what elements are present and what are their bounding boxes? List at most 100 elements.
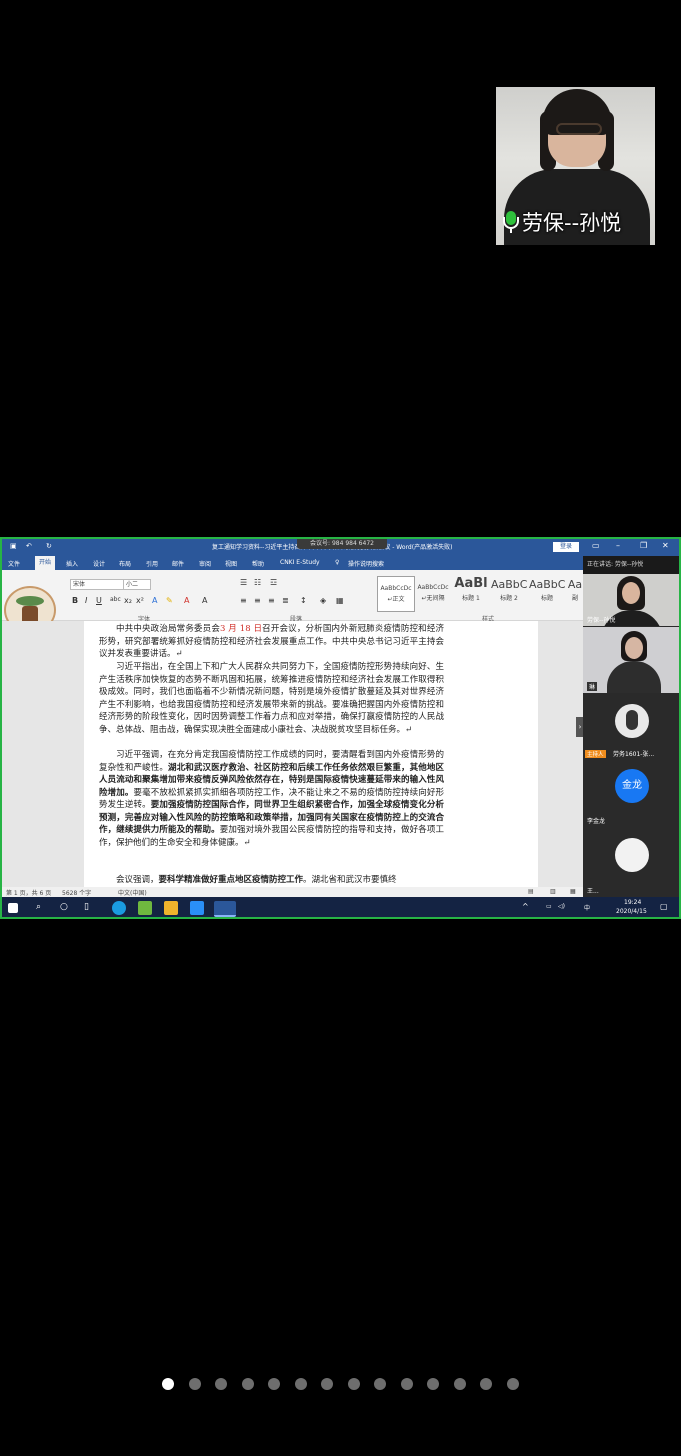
shading-icon[interactable]: ◈ <box>320 596 326 605</box>
strikethrough-button[interactable]: abc <box>110 596 121 603</box>
numbering-icon[interactable]: ☷ <box>254 578 261 587</box>
volume-icon[interactable]: ◁) <box>558 903 565 910</box>
page-dot[interactable] <box>321 1378 333 1390</box>
close-icon[interactable]: ✕ <box>662 541 669 550</box>
subscript-button[interactable]: x₂ <box>124 596 132 605</box>
text-effects-icon[interactable]: A <box>152 596 157 605</box>
tab-references[interactable]: 引用 <box>146 559 158 568</box>
align-center-icon[interactable]: ≡ <box>254 596 261 605</box>
word-icon[interactable] <box>214 901 236 917</box>
cortana-icon[interactable]: ○ <box>60 902 68 912</box>
print-layout-icon[interactable]: ▥ <box>550 888 556 895</box>
highlight-icon[interactable]: ✎ <box>166 596 173 605</box>
tab-mailings[interactable]: 邮件 <box>172 559 184 568</box>
notifications-icon[interactable]: ▢ <box>660 902 668 911</box>
align-left-icon[interactable]: ≡ <box>240 596 247 605</box>
browser-icon[interactable] <box>112 901 126 915</box>
ime-indicator[interactable]: 中 <box>584 903 590 912</box>
tab-cnki[interactable]: CNKI E-Study <box>280 559 320 566</box>
word-count: 5628 个字 <box>62 890 92 897</box>
tab-help[interactable]: 帮助 <box>252 559 264 568</box>
tab-insert[interactable]: 插入 <box>66 559 78 568</box>
search-icon[interactable]: ♀ <box>335 559 339 566</box>
style-sample: AaBbC <box>491 578 528 591</box>
style-subtitle[interactable]: Aa 副 <box>567 576 583 610</box>
paragraph-4: 会议强调，要科学精准做好重点地区疫情防控工作。湖北省和武汉市要慎终 <box>99 874 444 887</box>
bold-button[interactable]: B <box>72 596 78 605</box>
style-label: ↵无间隔 <box>421 595 445 602</box>
tab-home[interactable]: 开始 <box>35 556 56 570</box>
page-dot[interactable] <box>215 1378 227 1390</box>
undo-icon[interactable]: ↶ <box>26 542 32 550</box>
read-mode-icon[interactable]: ▤ <box>528 888 534 895</box>
network-icon[interactable]: ▭ <box>546 903 552 910</box>
font-name-select[interactable]: 宋体 <box>70 579 124 590</box>
tab-layout[interactable]: 布局 <box>119 559 131 568</box>
italic-button[interactable]: I <box>85 596 87 605</box>
participant-panel: 正在讲话: 劳保--孙悦 劳保--孙悦 琳 主持人 劳务1601-张... 金龙… <box>583 556 679 897</box>
page-dot[interactable] <box>427 1378 439 1390</box>
style-heading-2[interactable]: AaBbC 标题 2 <box>491 576 527 610</box>
page-dot[interactable] <box>453 1378 466 1390</box>
tab-file[interactable]: 文件 <box>8 559 20 568</box>
style-title[interactable]: AaBbC 标题 <box>529 576 565 610</box>
align-right-icon[interactable]: ≡ <box>268 596 275 605</box>
bullets-icon[interactable]: ☰ <box>240 578 247 587</box>
char-shading-icon[interactable]: A <box>202 596 207 605</box>
font-size-select[interactable]: 小二 <box>123 579 151 590</box>
save-icon[interactable]: ▣ <box>10 542 17 550</box>
justify-icon[interactable]: ≣ <box>282 596 289 605</box>
underline-button[interactable]: U <box>96 596 102 605</box>
participant-tile[interactable]: 金龙 李金龙 <box>583 761 679 827</box>
page-dot[interactable] <box>400 1378 413 1390</box>
login-button[interactable]: 登录 <box>553 542 579 552</box>
participant-tile[interactable]: 王... <box>583 828 679 897</box>
tab-design[interactable]: 设计 <box>93 559 105 568</box>
redo-icon[interactable]: ↻ <box>46 542 52 550</box>
style-no-spacing[interactable]: AaBbCcDc ↵无间隔 <box>415 576 451 610</box>
page-dot[interactable] <box>268 1378 280 1390</box>
participant-tile[interactable]: 劳保--孙悦 <box>583 574 679 626</box>
ribbon-home: 宋体 小二 B I U abc x₂ x² A ✎ A A ☰ ☷ ☲ ≡ ≡ … <box>2 570 583 634</box>
microphone-icon <box>502 211 520 233</box>
app-icon[interactable] <box>164 901 178 915</box>
borders-icon[interactable]: ▦ <box>336 596 344 605</box>
page-dot[interactable] <box>294 1378 307 1390</box>
page-dot[interactable] <box>506 1378 519 1390</box>
style-heading-1[interactable]: AaBl 标题 1 <box>453 576 489 610</box>
superscript-button[interactable]: x² <box>136 596 144 605</box>
participant-name: 王... <box>587 888 599 895</box>
app-icon[interactable] <box>138 901 152 915</box>
participant-tile[interactable]: 主持人 劳务1601-张... <box>583 694 679 760</box>
minimize-icon[interactable]: – <box>616 541 620 550</box>
presenter-video[interactable]: 劳保--孙悦 <box>496 87 655 245</box>
page-dot[interactable] <box>374 1378 386 1390</box>
language: 中文(中国) <box>118 890 147 897</box>
multilevel-icon[interactable]: ☲ <box>270 578 277 587</box>
tell-me-search[interactable]: 操作说明搜索 <box>348 559 384 568</box>
page-dot[interactable] <box>162 1378 174 1390</box>
page-dot[interactable] <box>347 1378 360 1390</box>
tray-expand-icon[interactable]: ^ <box>522 902 529 911</box>
style-normal[interactable]: AaBbCcDc ↵正文 <box>377 576 415 612</box>
font-color-icon[interactable]: A <box>184 596 189 605</box>
page-dot[interactable] <box>480 1378 492 1390</box>
participant-tile[interactable]: 琳 <box>583 627 679 693</box>
maximize-icon[interactable]: ❐ <box>640 541 647 550</box>
search-icon[interactable]: ⌕ <box>36 902 41 912</box>
windows-start-icon[interactable] <box>8 903 18 913</box>
web-layout-icon[interactable]: ▦ <box>570 888 576 895</box>
tab-view[interactable]: 视图 <box>225 559 237 568</box>
meeting-app-icon[interactable] <box>190 901 204 915</box>
ribbon-display-icon[interactable]: ▭ <box>592 541 600 550</box>
tab-review[interactable]: 审阅 <box>199 559 211 568</box>
task-view-icon[interactable]: ▯ <box>84 902 89 912</box>
line-spacing-icon[interactable]: ↕ <box>300 596 307 605</box>
page-dot[interactable] <box>188 1378 201 1390</box>
clock-date: 2020/4/15 <box>616 908 647 915</box>
page-dot[interactable] <box>241 1378 254 1390</box>
speaking-indicator: 正在讲话: 劳保--孙悦 <box>583 556 679 574</box>
style-label: 标题 1 <box>462 595 480 602</box>
screen-share[interactable]: ▣ ↶ ↻ 复工通知学习资料--习近平主持召开中共中央政治局常务委员会会议 - … <box>0 537 681 919</box>
document-area[interactable]: 中共中央政治局常务委员会3 月 18 日召开会议，分析国内外新冠肺炎疫情防控和经… <box>2 621 583 891</box>
